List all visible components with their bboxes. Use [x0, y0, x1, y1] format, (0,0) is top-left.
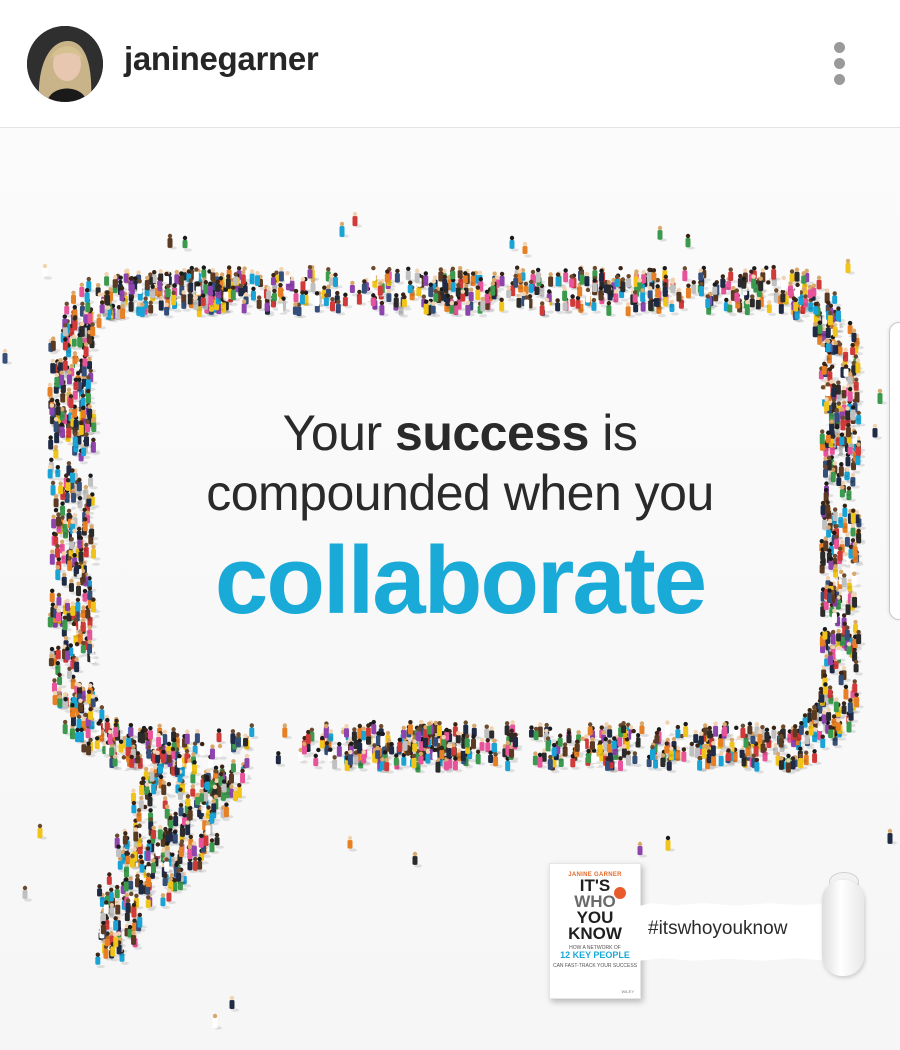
- username-link[interactable]: janinegarner: [124, 40, 319, 78]
- profile-photo-icon: [27, 26, 103, 102]
- book-publisher: WILEY: [621, 989, 634, 994]
- dot: [834, 58, 845, 69]
- scroll-handle[interactable]: [889, 322, 900, 620]
- book-tagline: CAN FAST-TRACK YOUR SUCCESS: [552, 963, 638, 969]
- headline-bold-word: success: [395, 405, 589, 461]
- orange-dot-icon: [614, 887, 626, 899]
- post-image[interactable]: Your success is compounded when you coll…: [0, 128, 900, 1050]
- book-title-4: KNOW: [568, 924, 622, 943]
- dot: [834, 74, 845, 85]
- more-options-button[interactable]: [822, 38, 858, 88]
- post-header: janinegarner: [0, 0, 900, 128]
- headline-collaborate: collaborate: [214, 527, 707, 634]
- headline-line-1: Your success is: [282, 405, 638, 461]
- dot: [834, 42, 845, 53]
- hashtag: #itswhoyouknow: [648, 918, 788, 939]
- book-people: 12 KEY PEOPLE: [560, 950, 630, 960]
- avatar[interactable]: [27, 26, 103, 102]
- paper-curl: [822, 880, 864, 976]
- headline: Your success is compounded when you coll…: [140, 403, 780, 633]
- headline-line-2: compounded when you: [206, 465, 714, 521]
- book-cover[interactable]: JANINE GARNER IT'S WHO YOU KNOW HOW A NE…: [549, 863, 641, 999]
